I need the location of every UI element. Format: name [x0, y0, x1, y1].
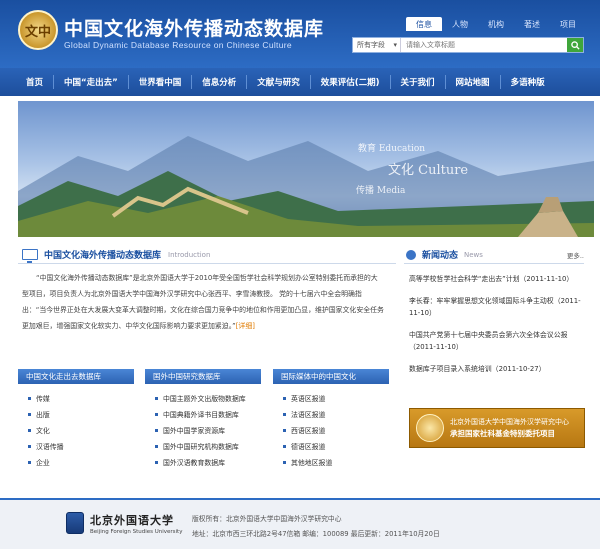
db-column-china-studies: 国外中国研究数据库 中国主题外文出版物数据库 中国典籍外译书目数据库 国外中国学… — [145, 369, 261, 470]
main-nav: 首页 中国“走出去” 世界看中国 信息分析 文献与研究 效果评估(二期) 关于我… — [0, 68, 600, 96]
search-tab-info[interactable]: 信息 — [406, 17, 442, 31]
site-subtitle: Global Dynamic Database Resource on Chin… — [64, 40, 292, 50]
db-list-item[interactable]: 国外中国研究机构数据库 — [155, 438, 261, 454]
nav-sitemap[interactable]: 网站地图 — [446, 68, 500, 96]
intro-section-header: 中国文化海外传播动态数据库 Introduction — [18, 246, 396, 264]
nav-multilingual[interactable]: 多语种版 — [501, 68, 555, 96]
footer-address: 地址：北京市西三环北路2号47信箱 邮编：100089 最后更新：2011年10… — [192, 530, 440, 538]
promo-text: 北京外国语大学中国海外汉学研究中心 承担国家社科基金特别委托项目 — [450, 416, 569, 440]
promo-line-2: 承担国家社科基金特别委托项目 — [450, 429, 555, 438]
search-tab-people[interactable]: 人物 — [442, 17, 478, 31]
footer-copyright: 版权所有：北京外国语大学中国海外汉学研究中心 — [192, 515, 342, 523]
university-emblem-icon — [66, 512, 84, 534]
db-list-item[interactable]: 中国主题外文出版物数据库 — [155, 390, 261, 406]
footer: 北京外国语大学 Beijing Foreign Studies Universi… — [0, 498, 600, 549]
great-wall-image — [18, 136, 594, 237]
nav-going-out[interactable]: 中国“走出去” — [54, 68, 128, 96]
db-column-going-out: 中国文化走出去数据库 传媒 出版 文化 汉语传播 企业 — [18, 369, 134, 470]
site-title: 中国文化海外传播动态数据库 — [64, 18, 325, 40]
db-column-title[interactable]: 国外中国研究数据库 — [145, 369, 261, 384]
monitor-icon — [22, 249, 38, 263]
banner-word-education: 教育 Education — [358, 144, 426, 154]
db-list-item[interactable]: 传媒 — [28, 390, 134, 406]
news-item[interactable]: 数据库子项目录入系统培训（2011-10-27） — [404, 363, 584, 376]
nav-world-view[interactable]: 世界看中国 — [129, 68, 192, 96]
news-more-link[interactable]: 更多.. — [567, 250, 584, 260]
intro-text: “中国文化海外传播动态数据库”是北京外国语大学于2010年受全国哲学社会科学规划… — [22, 274, 384, 330]
db-list-item[interactable]: 西语区报道 — [283, 422, 389, 438]
search-tab-institutions[interactable]: 机构 — [478, 17, 514, 31]
news-title: 新闻动态 — [422, 251, 459, 261]
logo-seal[interactable]: 文中 — [18, 10, 58, 50]
db-list-item[interactable]: 英语区报道 — [283, 390, 389, 406]
news-item[interactable]: 中国共产党第十七届中央委员会第六次全体会议公报（2011-11-10） — [404, 329, 584, 354]
center-promo-banner[interactable]: 北京外国语大学中国海外汉学研究中心 承担国家社科基金特别委托项目 — [409, 408, 585, 448]
intro-more-link[interactable]: [详细] — [236, 322, 255, 330]
news-title-en: News — [464, 250, 483, 259]
db-column-title[interactable]: 中国文化走出去数据库 — [18, 369, 134, 384]
nav-analysis[interactable]: 信息分析 — [192, 68, 246, 96]
news-header: 新闻动态 News 更多.. — [404, 246, 584, 264]
search-tab-works[interactable]: 著述 — [514, 17, 550, 31]
intro-title-en: Introduction — [168, 250, 211, 259]
banner-word-culture: 文化 Culture — [388, 163, 469, 178]
nav-evaluation[interactable]: 效果评估(二期) — [311, 68, 390, 96]
search-button[interactable] — [567, 38, 583, 52]
nav-literature[interactable]: 文献与研究 — [247, 68, 310, 96]
chevron-down-icon: ▾ — [393, 41, 397, 49]
nav-home[interactable]: 首页 — [16, 68, 53, 96]
db-list-item[interactable]: 其他地区报道 — [283, 454, 389, 470]
search-tabs: 信息 人物 机构 著述 项目 — [406, 17, 586, 31]
db-list: 传媒 出版 文化 汉语传播 企业 — [18, 384, 134, 470]
banner-word-media: 传播 Media — [356, 186, 406, 196]
university-name: 北京外国语大学 — [90, 514, 174, 527]
promo-line-1: 北京外国语大学中国海外汉学研究中心 — [450, 418, 569, 426]
db-list-item[interactable]: 出版 — [28, 406, 134, 422]
search-box: 所有字段 ▾ — [352, 37, 584, 53]
nav-about[interactable]: 关于我们 — [391, 68, 445, 96]
news-panel: 新闻动态 News 更多.. 高等学校哲学社会科学“走出去”计划（2011-11… — [404, 246, 584, 375]
db-list-item[interactable]: 德语区报道 — [283, 438, 389, 454]
hero-banner: 教育 Education 文化 Culture 传播 Media — [18, 101, 594, 237]
intro-title: 中国文化海外传播动态数据库 — [44, 251, 162, 261]
news-icon — [406, 249, 416, 260]
center-seal-icon — [416, 414, 444, 442]
db-list: 中国主题外文出版物数据库 中国典籍外译书目数据库 国外中国学家资源库 国外中国研… — [145, 384, 261, 470]
db-list-item[interactable]: 文化 — [28, 422, 134, 438]
db-column-intl-media: 国际媒体中的中国文化 英语区报道 法语区报道 西语区报道 德语区报道 其他地区报… — [273, 369, 389, 470]
db-column-title[interactable]: 国际媒体中的中国文化 — [273, 369, 389, 384]
search-input[interactable] — [401, 38, 567, 52]
search-tab-projects[interactable]: 项目 — [550, 17, 586, 31]
db-list-item[interactable]: 中国典籍外译书目数据库 — [155, 406, 261, 422]
db-list-item[interactable]: 国外汉语教育数据库 — [155, 454, 261, 470]
search-icon — [570, 40, 580, 50]
logo-text: 文中 — [24, 24, 51, 40]
news-item[interactable]: 李长春：牢牢掌握思想文化领域国际斗争主动权（2011-11-10） — [404, 295, 584, 320]
db-list-item[interactable]: 法语区报道 — [283, 406, 389, 422]
db-list-item[interactable]: 企业 — [28, 454, 134, 470]
db-list: 英语区报道 法语区报道 西语区报道 德语区报道 其他地区报道 — [273, 384, 389, 470]
db-list-item[interactable]: 汉语传播 — [28, 438, 134, 454]
intro-text-block: “中国文化海外传播动态数据库”是北京外国语大学于2010年受全国哲学社会科学规划… — [22, 270, 384, 334]
university-name-en: Beijing Foreign Studies University — [90, 529, 183, 535]
header: 文中 中国文化海外传播动态数据库 Global Dynamic Database… — [0, 0, 600, 68]
db-list-item[interactable]: 国外中国学家资源库 — [155, 422, 261, 438]
news-item[interactable]: 高等学校哲学社会科学“走出去”计划（2011-11-10） — [404, 273, 584, 286]
search-field-value: 所有字段 — [357, 41, 385, 49]
search-field-select[interactable]: 所有字段 ▾ — [353, 38, 401, 52]
